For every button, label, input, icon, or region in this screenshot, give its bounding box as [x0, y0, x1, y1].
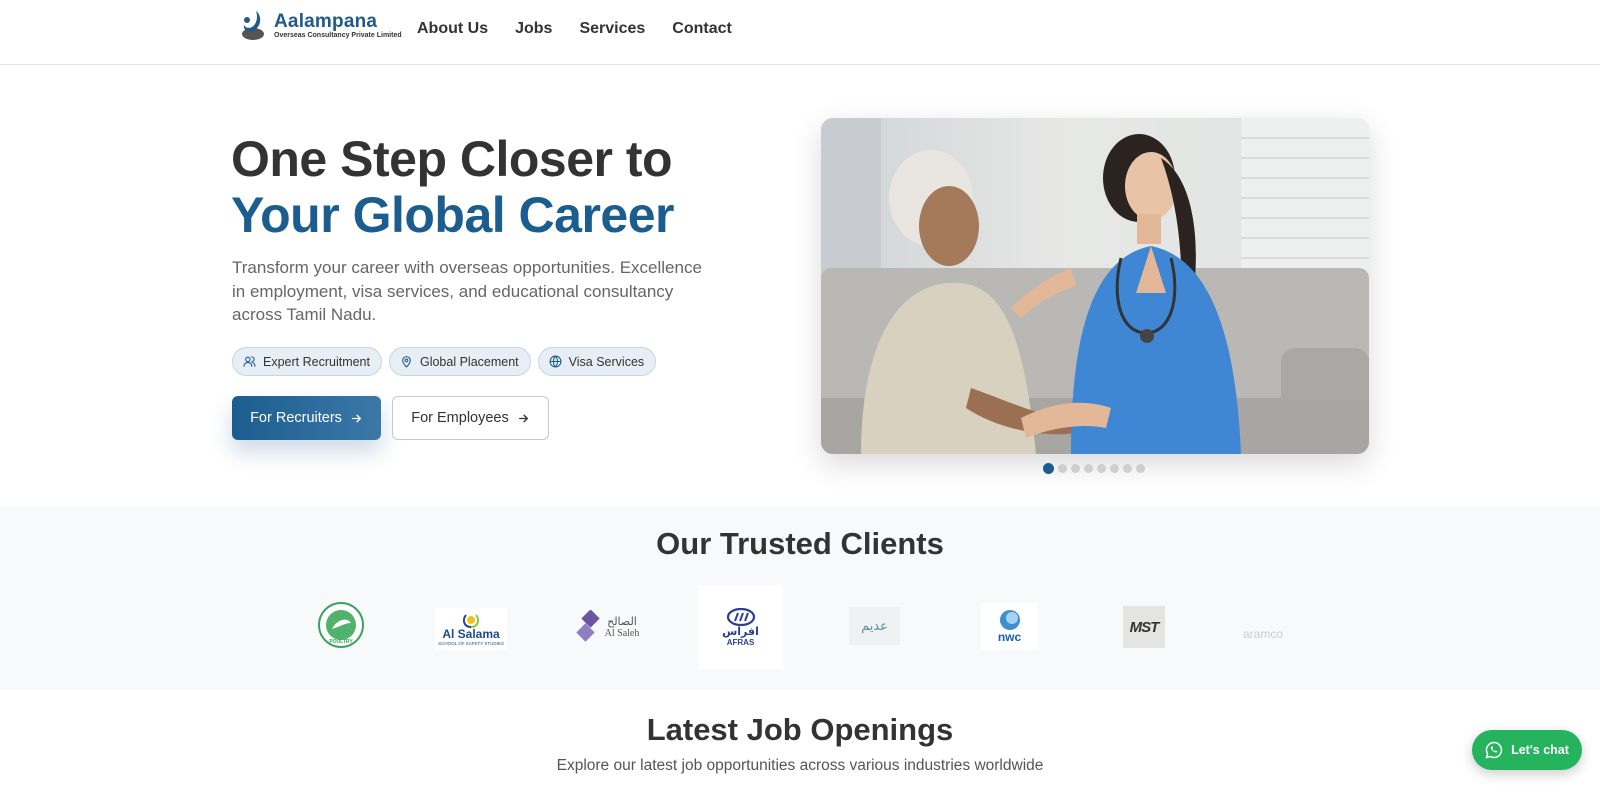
pill-label: Visa Services	[568, 354, 645, 369]
lets-chat-button[interactable]: Let's chat	[1472, 730, 1582, 770]
al-saleh-text-group: الصالح Al Saleh	[605, 616, 640, 639]
trusted-clients-section: Our Trusted Clients POULTRY Al Salama SC…	[0, 506, 1600, 690]
nav-link-about-us[interactable]: About Us	[417, 20, 488, 38]
client-logo-text: Al Saleh	[604, 627, 640, 639]
hero-title: One Step Closer to Your Global Career	[231, 131, 674, 243]
client-logo-al-saleh: الصالح Al Saleh	[574, 608, 640, 646]
client-logo-text: nwc	[997, 630, 1022, 644]
button-label: For Employees	[411, 410, 509, 426]
client-logo-text: aramco	[1242, 627, 1283, 641]
map-pin-icon	[402, 356, 411, 368]
client-logo-text: MST	[1129, 618, 1160, 636]
client-logo-text: POULTRY	[329, 639, 353, 645]
brand-logo[interactable]: Aalampana Overseas Consultancy Private L…	[240, 9, 402, 43]
hero-title-line1: One Step Closer to	[231, 131, 673, 187]
client-logo-arabic: عديم	[861, 618, 888, 633]
nwc-droplet-icon	[999, 610, 1020, 630]
client-logo-arabic: الصالح	[607, 615, 637, 628]
globe-icon	[549, 355, 562, 368]
jobs-section-title: Latest Job Openings	[646, 712, 954, 747]
jobs-section-subtitle: Explore our latest job opportunities acr…	[556, 757, 1044, 774]
carousel-dot[interactable]	[1084, 464, 1093, 473]
hero-title-line2: Your Global Career	[231, 187, 674, 243]
client-logo-poultry: POULTRY	[316, 599, 366, 655]
client-logo-arabic: افراس	[722, 625, 759, 638]
feature-pills: Expert Recruitment Global Placement Visa…	[232, 347, 657, 376]
carousel-dots	[1043, 463, 1145, 474]
for-recruiters-button[interactable]: For Recruiters	[232, 396, 381, 440]
pill-label: Global Placement	[419, 354, 519, 369]
pill-expert-recruitment: Expert Recruitment	[232, 347, 382, 376]
client-logo-text: Al Salama	[442, 627, 500, 641]
pill-label: Expert Recruitment	[263, 354, 370, 369]
nav-link-services[interactable]: Services	[579, 20, 645, 38]
carousel-dot[interactable]	[1058, 464, 1067, 473]
client-logo-afras: افراس AFRAS	[698, 585, 783, 669]
logo-mark-icon	[242, 11, 264, 40]
brand-name: Aalampana	[274, 11, 378, 32]
users-icon	[243, 356, 256, 367]
hero-description: Transform your career with overseas oppo…	[232, 258, 702, 324]
carousel-dot[interactable]	[1110, 464, 1119, 473]
client-logo-arabic-calligraphy: عديم	[849, 607, 900, 645]
client-logo-aramco: aramco	[1240, 618, 1286, 650]
nav-link-contact[interactable]: Contact	[672, 20, 732, 38]
poultry-logo-icon	[318, 602, 364, 648]
carousel-dot[interactable]	[1071, 464, 1080, 473]
client-logo-subtext: SCHOOL OF SAFETY STUDIES	[438, 641, 504, 646]
chat-label: Let's chat	[1511, 743, 1569, 757]
whatsapp-icon	[1485, 741, 1503, 759]
hero-carousel-image	[821, 118, 1369, 454]
carousel-dot[interactable]	[1123, 464, 1132, 473]
pill-visa-services: Visa Services	[537, 347, 657, 376]
al-salama-emblem-icon	[462, 614, 480, 628]
client-logo-al-salama: Al Salama SCHOOL OF SAFETY STUDIES	[435, 608, 507, 650]
nav-link-jobs[interactable]: Jobs	[515, 20, 552, 38]
clients-title: Our Trusted Clients	[656, 526, 944, 561]
al-saleh-diamond-icon	[575, 610, 600, 642]
for-employees-button[interactable]: For Employees	[392, 396, 549, 440]
pill-global-placement: Global Placement	[388, 347, 531, 376]
client-logo-mst: MST	[1123, 606, 1165, 648]
nurse-with-elderly-woman-image	[821, 118, 1369, 454]
carousel-dot[interactable]	[1043, 463, 1054, 474]
client-logo-text: AFRAS	[726, 637, 755, 647]
main-nav: About Us Jobs Services Contact	[417, 20, 732, 38]
carousel-dot[interactable]	[1097, 464, 1106, 473]
carousel-dot[interactable]	[1136, 464, 1145, 473]
brand-tagline: Overseas Consultancy Private Limited	[274, 32, 402, 39]
hero-buttons: For Recruiters For Employees	[232, 396, 549, 440]
arrow-right-icon	[518, 414, 528, 422]
button-label: For Recruiters	[250, 410, 342, 426]
arrow-right-icon	[351, 414, 361, 422]
top-navbar: Aalampana Overseas Consultancy Private L…	[0, 0, 1600, 65]
client-logo-nwc: nwc	[981, 603, 1038, 650]
afras-emblem-icon	[726, 607, 755, 626]
